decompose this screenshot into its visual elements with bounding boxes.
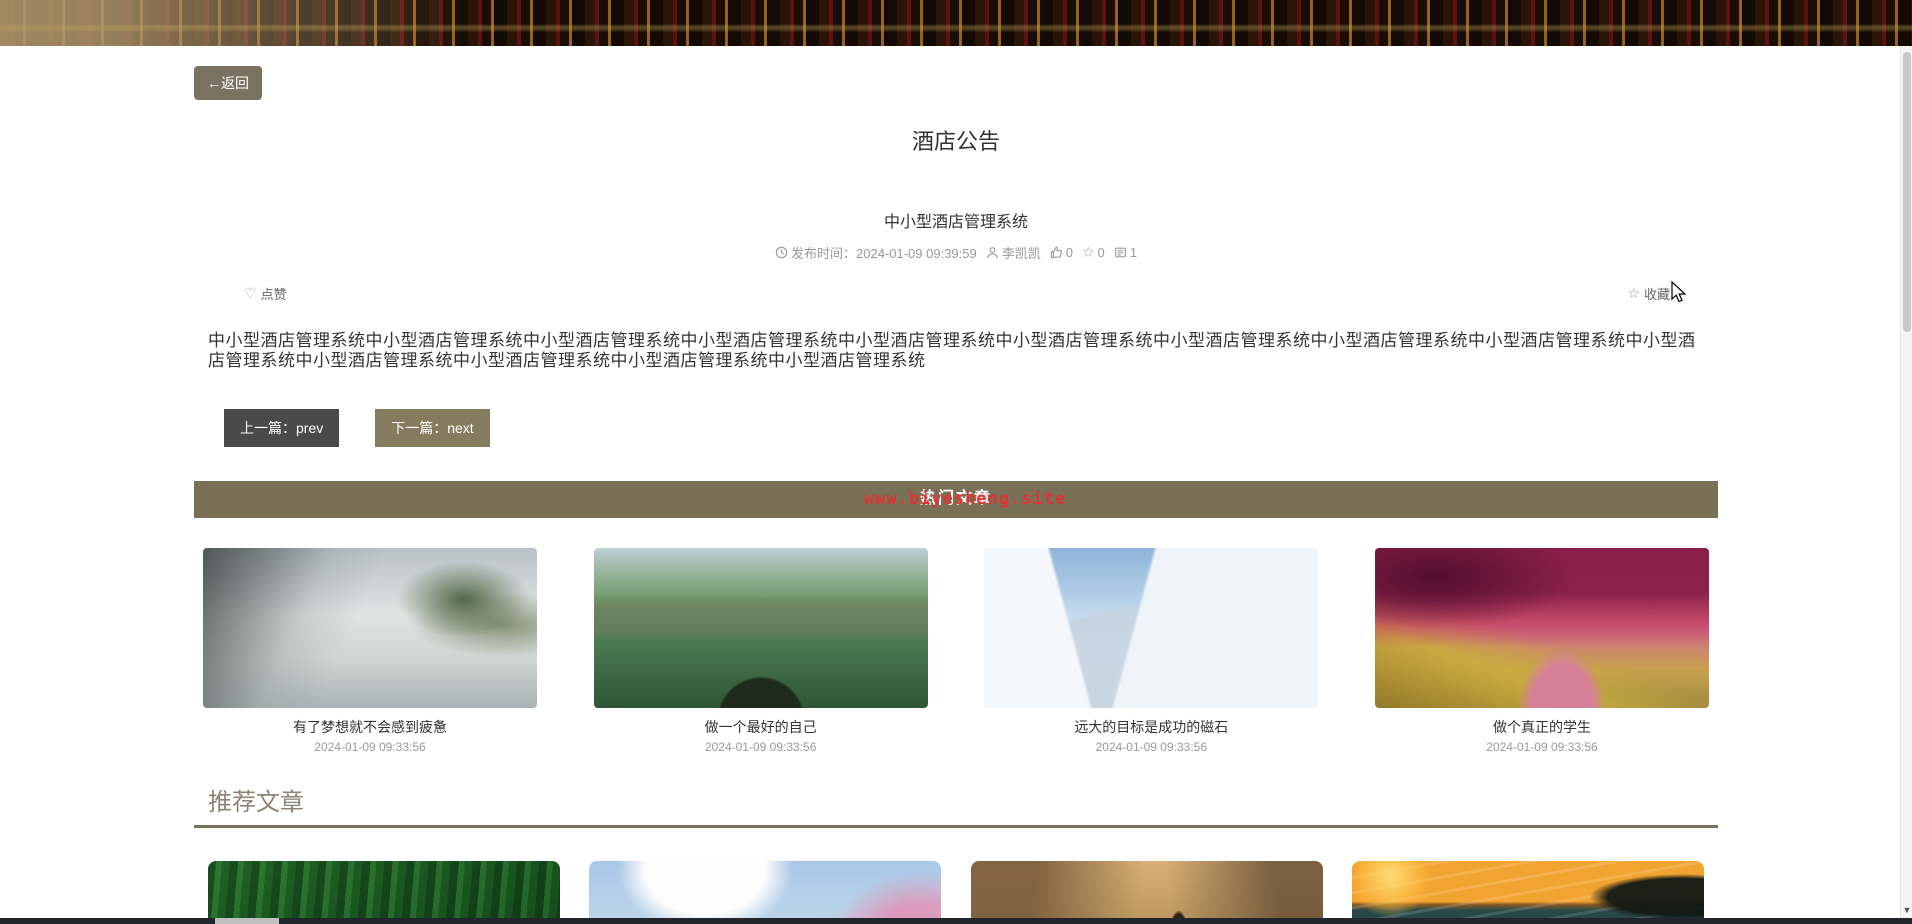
page-viewport: ←返回 酒店公告 中小型酒店管理系统 发布时间：2024-01-09 09:39… (0, 0, 1912, 924)
hikers-mountain-photo[interactable] (970, 861, 1323, 924)
hot-article-date: 2024-01-09 09:33:56 (1095, 740, 1208, 754)
author: 李凯凯 (986, 243, 1041, 262)
hot-article-title[interactable]: 远大的目标是成功的磁石 (984, 717, 1318, 737)
hot-article-card[interactable]: 做一个最好的自己 2024-01-09 09:33:56 (593, 548, 928, 754)
hotel-facade-banner-image (0, 0, 1912, 46)
next-article-button[interactable]: 下一篇：next (375, 409, 490, 447)
recommend-articles-heading: 推荐文章 (208, 789, 304, 816)
hot-article-title[interactable]: 做一个最好的自己 (594, 717, 928, 737)
thumbs-up-icon (1050, 246, 1062, 259)
view-count: 1 (1114, 245, 1137, 260)
article-body: 中小型酒店管理系统中小型酒店管理系统中小型酒店管理系统中小型酒店管理系统中小型酒… (208, 331, 1696, 370)
site-watermark: www.biyesheng.site (863, 489, 1067, 509)
document-icon (1114, 247, 1126, 258)
hot-articles-banner: 热门文章 www.biyesheng.site (194, 481, 1718, 518)
snowy-mountains-photo[interactable] (984, 548, 1319, 708)
favorite-button[interactable]: ☆ 收藏 (1627, 284, 1670, 303)
recommend-divider (194, 825, 1718, 828)
back-button[interactable]: ←返回 (194, 66, 262, 100)
star-icon: ☆ (1081, 244, 1095, 260)
page-title: 酒店公告 (911, 129, 1000, 154)
star-outline-icon: ☆ (1627, 285, 1640, 301)
hot-article-date: 2024-01-09 09:33:56 (704, 740, 817, 754)
hot-article-card[interactable]: 有了梦想就不会感到疲惫 2024-01-09 09:33:56 (203, 548, 537, 754)
article-nav: 上一篇：prev 下一篇：next (194, 409, 1718, 447)
ocean-sunset-photo[interactable] (1351, 861, 1704, 924)
like-button[interactable]: ♡ 点赞 (244, 284, 287, 303)
hot-article-date: 2024-01-09 09:33:56 (314, 740, 426, 754)
content-container: ←返回 酒店公告 中小型酒店管理系统 发布时间：2024-01-09 09:39… (194, 46, 1718, 924)
taskbar-edge-highlight (215, 918, 279, 924)
like-count: 0 (1050, 245, 1073, 260)
stone-arch-bridge-photo[interactable] (593, 548, 928, 708)
hot-article-card[interactable]: 远大的目标是成功的磁石 2024-01-09 09:33:56 (984, 548, 1319, 754)
hot-article-title[interactable]: 有了梦想就不会感到疲惫 (203, 717, 537, 737)
hot-article-date: 2024-01-09 09:33:56 (1486, 740, 1598, 754)
scrollbar-thumb[interactable] (1903, 52, 1911, 332)
user-icon (986, 247, 998, 259)
misty-mountain-pine-photo[interactable] (203, 548, 537, 708)
star-count: ☆ 0 (1081, 244, 1105, 260)
publish-time: 发布时间：2024-01-09 09:39:59 (775, 243, 977, 262)
hot-article-title[interactable]: 做个真正的学生 (1375, 717, 1709, 737)
article-meta: 发布时间：2024-01-09 09:39:59 李凯凯 0 ☆ 0 1 (194, 243, 1718, 262)
vertical-scrollbar[interactable]: ▼ (1900, 46, 1912, 918)
article-actions: ♡ 点赞 ☆ 收藏 (194, 284, 1718, 303)
scrollbar-down-button[interactable]: ▼ (1901, 902, 1912, 918)
article-subtitle: 中小型酒店管理系统 (883, 214, 1028, 231)
clock-icon (775, 246, 788, 259)
mount-fuji-cherry-blossom-photo[interactable] (589, 861, 942, 924)
prev-article-button[interactable]: 上一篇：prev (224, 409, 340, 447)
hot-article-card[interactable]: 做个真正的学生 2024-01-09 09:33:56 (1374, 548, 1709, 754)
heart-outline-icon: ♡ (244, 285, 257, 301)
recommend-articles-list (194, 861, 1718, 924)
hot-articles-list: 有了梦想就不会感到疲惫 2024-01-09 09:33:56 做一个最好的自己… (194, 548, 1718, 754)
taskbar-edge (0, 918, 1912, 924)
green-forest-photo[interactable] (208, 861, 560, 924)
autumn-red-trees-path-photo[interactable] (1374, 548, 1709, 708)
